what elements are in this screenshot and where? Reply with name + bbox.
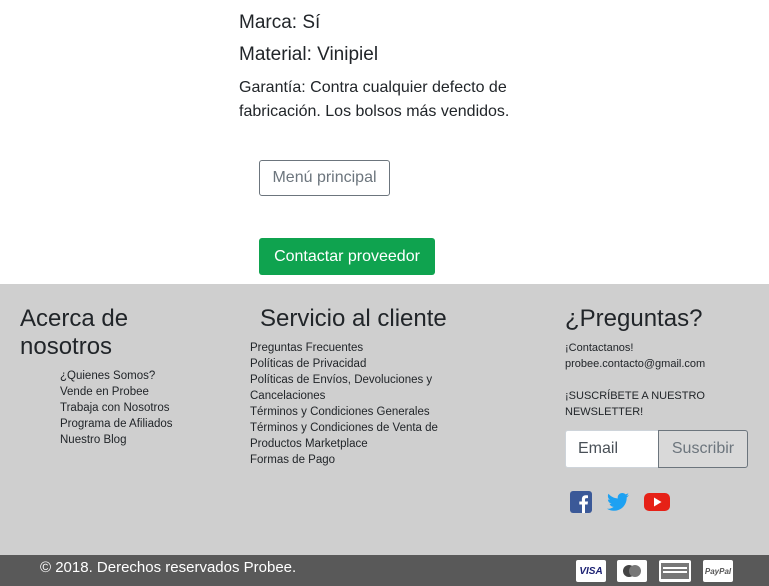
- twitter-icon[interactable]: [605, 490, 631, 514]
- amex-icon: [659, 560, 691, 582]
- about-title-line1: Acerca de: [20, 305, 129, 332]
- service-title: Servicio al cliente: [260, 305, 447, 332]
- service-link-payment[interactable]: Formas de Pago: [250, 452, 438, 468]
- about-link-blog[interactable]: Nuestro Blog: [60, 432, 173, 448]
- newsletter-email-input[interactable]: [565, 430, 658, 468]
- service-link-privacy[interactable]: Políticas de Privacidad: [250, 356, 438, 372]
- product-description: Garantía: Contra cualquier defecto de fa…: [239, 79, 510, 120]
- facebook-icon[interactable]: [569, 490, 593, 514]
- service-link-terms-sale-cont[interactable]: Productos Marketplace: [250, 436, 438, 452]
- product-material: Material: Vinipiel: [239, 44, 379, 65]
- contact-email[interactable]: probee.contacto@gmail.com: [565, 356, 705, 372]
- footer: Acerca de nosotros ¿Quienes Somos? Vende…: [0, 284, 769, 555]
- newsletter-label-line2: NEWSLETTER!: [565, 406, 644, 418]
- service-link-terms[interactable]: Términos y Condiciones Generales: [250, 404, 438, 420]
- about-title-line2: nosotros: [20, 333, 113, 360]
- visa-label: VISA: [579, 565, 603, 577]
- service-link-shipping-cont[interactable]: Cancelaciones: [250, 388, 438, 404]
- service-link-terms-sale[interactable]: Términos y Condiciones de Venta de: [250, 420, 438, 436]
- about-links: ¿Quienes Somos? Vende en Probee Trabaja …: [60, 368, 173, 448]
- service-links: Preguntas Frecuentes Políticas de Privac…: [250, 340, 438, 468]
- copyright-text: © 2018. Derechos reservados Probee.: [40, 559, 297, 576]
- newsletter-form: Suscribir: [565, 430, 748, 468]
- newsletter-label-line1: ¡SUSCRÍBETE A NUESTRO: [565, 390, 705, 402]
- newsletter-label: ¡SUSCRÍBETE A NUESTRO NEWSLETTER!: [565, 388, 705, 420]
- contact-label: ¡Contactanos!: [565, 342, 634, 354]
- about-link-vende[interactable]: Vende en Probee: [60, 384, 173, 400]
- visa-icon: VISA: [576, 560, 606, 582]
- subscribe-button[interactable]: Suscribir: [658, 430, 748, 468]
- contact-supplier-button[interactable]: Contactar proveedor: [259, 238, 435, 275]
- about-link-quienes-somos[interactable]: ¿Quienes Somos?: [60, 368, 173, 384]
- service-link-faq[interactable]: Preguntas Frecuentes: [250, 340, 438, 356]
- contact-info: ¡Contactanos! probee.contacto@gmail.com: [565, 340, 705, 372]
- bottom-bar: © 2018. Derechos reservados Probee. VISA…: [0, 555, 769, 586]
- paypal-icon: PayPal: [703, 560, 733, 582]
- about-link-afiliados[interactable]: Programa de Afiliados: [60, 416, 173, 432]
- paypal-label: PayPal: [704, 566, 732, 576]
- mastercard-icon: [617, 560, 647, 582]
- main-menu-button[interactable]: Menú principal: [259, 160, 390, 196]
- about-link-trabaja[interactable]: Trabaja con Nosotros: [60, 400, 173, 416]
- youtube-icon[interactable]: [643, 490, 671, 514]
- questions-title: ¿Preguntas?: [565, 305, 703, 332]
- about-title: Acerca de nosotros: [20, 305, 128, 361]
- service-link-shipping[interactable]: Políticas de Envíos, Devoluciones y: [250, 372, 438, 388]
- product-brand: Marca: Sí: [239, 12, 321, 33]
